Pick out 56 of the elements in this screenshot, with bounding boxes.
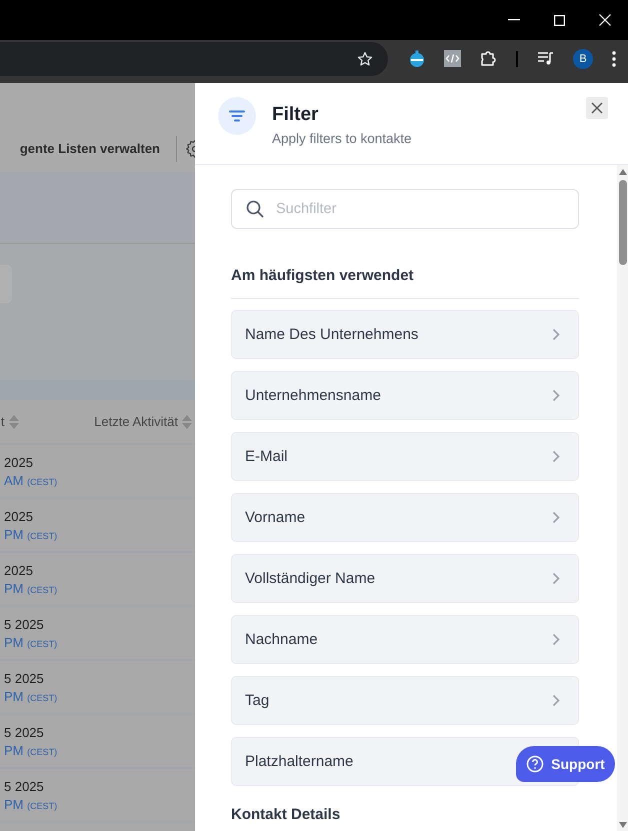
puzzle-icon[interactable] xyxy=(480,50,497,67)
filter-option[interactable]: E-Mail xyxy=(231,432,579,481)
date-text: 5 2025 xyxy=(4,670,45,686)
filter-option[interactable]: Name Des Unternehmens xyxy=(231,310,579,359)
maximize-icon[interactable] xyxy=(554,14,565,26)
time-text: PM (CEST) xyxy=(4,796,58,812)
section-heading: Kontakt Details xyxy=(231,806,342,823)
time-text: PM (CEST) xyxy=(4,526,58,542)
date-text: 5 2025 xyxy=(4,724,45,740)
extension-icon[interactable] xyxy=(409,50,425,68)
menu-icon[interactable] xyxy=(612,50,616,66)
search-field[interactable]: Suchfilter xyxy=(231,189,579,229)
date-text: 5 2025 xyxy=(4,778,45,794)
filter-option[interactable]: Vollständiger Name xyxy=(231,554,579,603)
panel-subtitle: Apply filters to kontakte xyxy=(272,131,413,146)
time-text: AM (CEST) xyxy=(4,472,58,488)
scroll-down-icon[interactable] xyxy=(618,822,626,828)
profile-avatar[interactable]: B xyxy=(573,48,593,68)
star-icon[interactable] xyxy=(357,50,373,66)
code-icon[interactable] xyxy=(444,50,461,67)
filter-option[interactable]: Vorname xyxy=(231,493,579,542)
column-header[interactable]: Letzte Aktivität xyxy=(94,414,178,429)
scroll-up-icon[interactable] xyxy=(618,169,626,175)
close-icon xyxy=(591,102,603,114)
chevron-right-icon xyxy=(552,389,560,402)
section-heading: Am häufigsten verwendet xyxy=(231,267,415,284)
time-text: PM (CEST) xyxy=(4,580,58,596)
chevron-right-icon xyxy=(552,450,560,463)
support-popup[interactable]: Support xyxy=(516,746,615,782)
chevron-right-icon xyxy=(552,511,560,524)
date-text: 5 2025 xyxy=(4,616,45,632)
panel-title: Filter xyxy=(272,104,320,126)
filter-option[interactable]: Tag xyxy=(231,676,579,725)
search-icon xyxy=(246,200,264,218)
date-text: 2025 xyxy=(4,508,34,524)
chevron-right-icon xyxy=(552,633,560,646)
chevron-right-icon xyxy=(552,694,560,707)
scrollbar-thumb[interactable] xyxy=(618,180,626,265)
search-input[interactable]: Suchfilter xyxy=(274,200,578,218)
filter-option[interactable]: Nachname xyxy=(231,615,579,664)
manage-lists-link[interactable]: gente Listen verwalten xyxy=(20,141,160,156)
filter-option[interactable]: Unternehmensname xyxy=(231,371,579,420)
close-button[interactable] xyxy=(586,97,608,119)
minimize-icon[interactable] xyxy=(508,19,520,21)
filter-icon xyxy=(218,97,256,135)
column-header[interactable]: lt xyxy=(0,414,4,429)
time-text: PM (CEST) xyxy=(4,742,58,758)
chevron-right-icon xyxy=(552,328,560,341)
time-text: PM (CEST) xyxy=(4,688,58,704)
date-text: 2025 xyxy=(4,454,34,470)
media-icon[interactable] xyxy=(537,51,554,66)
help-icon xyxy=(526,755,544,773)
chevron-right-icon xyxy=(552,572,560,585)
time-text: PM (CEST) xyxy=(4,634,58,650)
close-icon[interactable] xyxy=(599,14,611,26)
date-text: 2025 xyxy=(4,562,34,578)
